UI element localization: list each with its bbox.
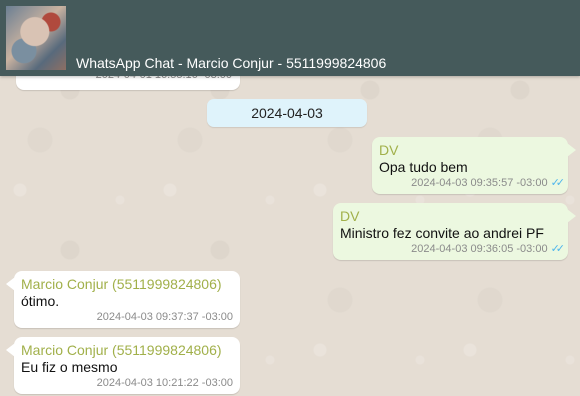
chat-title: WhatsApp Chat - Marcio Conjur - 55119998… xyxy=(76,55,387,71)
message-bubble-outgoing[interactable]: DV Ministro fez convite ao andrei PF 202… xyxy=(333,203,576,260)
message-bubble-outgoing[interactable]: DV Opa tudo bem 2024-04-03 09:35:57 -03:… xyxy=(372,137,576,194)
message-text: Eu fiz o mesmo xyxy=(21,359,118,375)
message-bubble-incoming[interactable]: Marcio Conjur (5511999824806) Eu fiz o m… xyxy=(6,337,240,394)
message-sender: DV xyxy=(379,142,399,158)
message-text: Ministro fez convite ao andrei PF xyxy=(340,225,544,241)
message-bubble-incoming[interactable]: Marcio Conjur (5511999824806) ótimo. 202… xyxy=(6,271,240,328)
message-sender: Marcio Conjur (5511999824806) xyxy=(21,342,222,358)
read-receipt-icon: ✓✓ xyxy=(550,243,566,255)
read-receipt-icon: ✓✓ xyxy=(550,177,566,189)
date-divider: 2024-04-03 xyxy=(207,99,367,127)
message-text: Opa tudo bem xyxy=(379,159,468,175)
message-timestamp: 2024-04-03 09:36:05 -03:00 xyxy=(411,243,548,255)
message-timestamp: 2024-04-03 09:37:37 -03:00 xyxy=(96,311,233,323)
message-meta: 2024-04-03 09:36:05 -03:00 ✓✓ xyxy=(340,242,566,256)
message-timestamp: 2024-04-03 10:21:22 -03:00 xyxy=(96,377,233,389)
message-meta: 2024-04-03 09:35:57 -03:00 ✓✓ xyxy=(379,176,566,190)
message-text: ótimo. xyxy=(21,293,60,309)
message-timestamp: 2024-04-03 09:35:57 -03:00 xyxy=(411,177,548,189)
chat-header: WhatsApp Chat - Marcio Conjur - 55119998… xyxy=(0,0,580,76)
contact-avatar[interactable] xyxy=(6,6,66,70)
message-sender: DV xyxy=(340,208,360,224)
message-sender: Marcio Conjur (5511999824806) xyxy=(21,276,222,292)
